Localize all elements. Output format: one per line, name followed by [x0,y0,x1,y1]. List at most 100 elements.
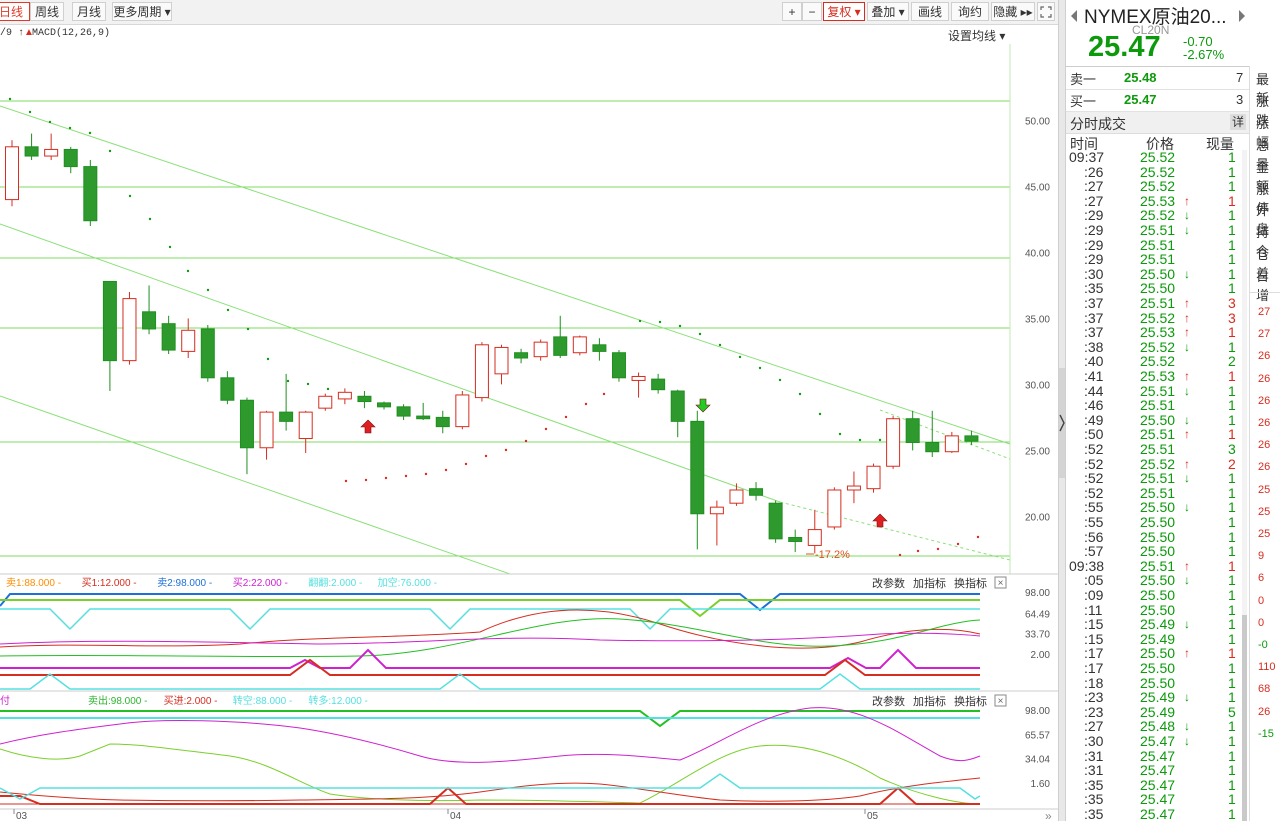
candle [24,146,39,157]
candle [298,411,313,440]
up-arrow-icon: ↑ [1184,193,1190,208]
down-arrow-icon: ↓ [1184,383,1190,398]
tick-price: 25.50 [1140,587,1176,603]
sar-dot [916,549,920,553]
sar-dot [48,120,52,124]
tick-volume: 1 [1228,543,1236,560]
ticks-detail-button[interactable]: 详 [1230,114,1246,130]
chart-area[interactable]: 50.00 45.00 40.00 35.00 30.00 25.00 20.00 -17.2… [0,44,1058,823]
indicator-action[interactable]: 换指标 [954,576,987,590]
zoom-out-button[interactable]: − [802,2,822,21]
down-arrow-icon: ↓ [1184,500,1190,515]
tick-price: 25.51 [1140,441,1176,457]
sar-dot [564,415,568,419]
stat-value: 9 [1258,550,1265,563]
tick-price: 25.51 [1140,397,1176,414]
sar-dot [28,110,32,114]
zoom-in-button[interactable]: + [782,2,802,21]
down-arrow-icon: ↓ [1184,573,1190,588]
candle [572,336,587,354]
date-axis-label: 04 [450,811,462,821]
set-ma-button[interactable]: 设置均线 ▾ [948,27,1005,44]
sar-dot [936,547,940,551]
tab-weekly[interactable]: 周线 [30,2,64,21]
indicator-legend: 翻翻:2.000 - [308,577,362,589]
tab-daily[interactable]: 日线 [0,2,30,21]
candle [533,341,548,358]
tick-time: :52 [1084,470,1104,487]
bid-price: 25.47 [1124,92,1157,107]
bid-row: 买一 25.47 3 [1066,89,1249,112]
indicator-line: /9 ↑ ▲ MACD(12,26,9) 设置均线 ▾ [0,26,1010,44]
candle [925,441,940,453]
candle [553,336,568,356]
candle [514,352,529,359]
down-arrow-icon: ↓ [1184,339,1190,354]
adjust-dropdown[interactable]: 复权 ▾ [823,2,865,21]
sar-dot [404,474,408,478]
price-axis-label: 45.00 [1025,182,1050,193]
candle [279,411,294,422]
tick-price: 25.53 [1140,324,1176,341]
sar-dot [186,269,190,273]
prev-symbol-icon[interactable] [1069,9,1079,23]
candle [5,146,19,201]
indicator-action[interactable]: 改参数 [872,576,905,590]
panel-splitter[interactable] [1058,0,1066,821]
sar-dot [68,126,72,130]
tick-volume: 1 [1228,150,1236,165]
bid-volume: 3 [1236,92,1244,107]
indicator-action[interactable]: 加指标 [913,694,946,708]
candle [944,435,959,453]
stat-value: 25 [1258,483,1271,496]
collapse-arrow-icon[interactable] [1059,413,1065,433]
date-axis-label: 03 [16,811,28,821]
kline-chart[interactable]: 50.00 45.00 40.00 35.00 30.00 25.00 20.00 -17.2… [0,44,1058,823]
quote-panel: NYMEX原油20... CL20N 25.47 -0.70 -2.67% 卖一… [1066,0,1280,821]
chart-toolbar: 日线 周线 月线 更多周期 ▾ + − 复权 ▾ 叠加 ▾ 画线 询约 隐藏 ▸… [0,0,1058,25]
overlay-dropdown[interactable]: 叠加 ▾ [867,2,909,21]
candle [866,465,881,490]
ticks-scrollbar[interactable] [1242,150,1247,821]
stat-value: 25 [1258,505,1271,518]
sar-dot [424,472,428,476]
sar-dot [658,320,662,324]
draw-line-button[interactable]: 画线 [911,2,949,21]
price-axis-label: 35.00 [1025,314,1050,325]
tick-time: :55 [1084,514,1104,530]
indicator-action[interactable]: 换指标 [954,694,987,708]
sar-dot [758,366,762,370]
up-arrow-icon: ↑ [1184,310,1190,325]
candle [729,489,744,504]
indicator-action[interactable]: 改参数 [872,694,905,708]
candle [396,406,411,417]
sub1-magenta-line [0,648,980,669]
stat-value: -0 [1258,639,1268,651]
sar-dot [484,454,488,458]
price-axis-label: 50.00 [1025,116,1050,127]
candle [768,502,783,540]
sub1-cyan-bottom [0,673,980,690]
ma-indicator-label: /9 ↑ [0,28,25,39]
sub2-axis-label: 65.57 [1025,731,1050,742]
sar-dot [306,382,310,386]
tick-price: 25.50 [1140,543,1176,560]
tick-price: 25.50 [1140,660,1176,676]
tick-time: :17 [1084,660,1104,676]
tab-monthly[interactable]: 月线 [72,2,106,21]
hide-button[interactable]: 隐藏 ▸▸ [991,2,1035,21]
candle [807,529,822,546]
tick-time: :27 [1084,178,1104,195]
tick-price: 25.49 [1140,689,1176,706]
scroll-right-icon[interactable]: » [1045,809,1052,823]
ticks-list[interactable]: 09:37 25.52 1:26 25.52 1:27 25.52 1:27 25.53 ↑ 1:… [1066,150,1249,821]
sar-dot [858,438,862,442]
next-symbol-icon[interactable] [1237,9,1247,23]
more-periods-dropdown[interactable]: 更多周期 ▾ [112,2,172,21]
expand-icon[interactable] [1037,2,1055,21]
indicator-action[interactable]: 加指标 [913,576,946,590]
tick-row: :37 25.51 ↑ 3 [1066,296,1246,311]
query-button[interactable]: 询约 [951,2,989,21]
up-arrow-icon: ↑ [1184,369,1190,383]
candle [494,346,509,375]
